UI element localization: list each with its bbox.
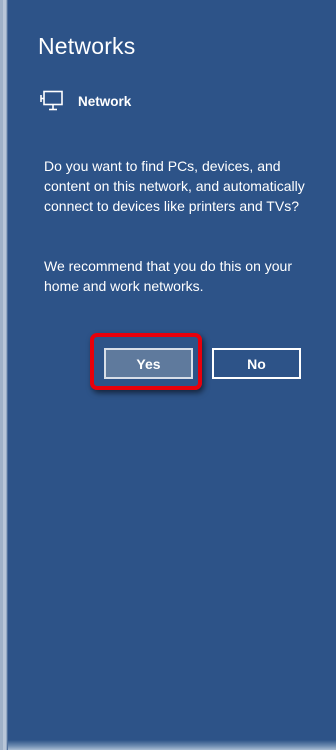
networks-pane: Networks Network Do you want to find PCs… bbox=[0, 0, 336, 750]
no-button[interactable]: No bbox=[212, 348, 301, 379]
recommendation-text: We recommend that you do this on your ho… bbox=[44, 258, 292, 294]
pane-title: Networks bbox=[38, 33, 136, 59]
yes-button[interactable]: Yes bbox=[104, 348, 193, 379]
monitor-network-icon bbox=[40, 90, 64, 112]
discovery-question: Do you want to find PCs, devices, and co… bbox=[44, 158, 305, 214]
network-row: Network bbox=[40, 90, 131, 112]
pane-bottom-edge bbox=[8, 740, 336, 750]
pane-left-edge bbox=[0, 0, 8, 750]
network-name: Network bbox=[78, 93, 132, 109]
